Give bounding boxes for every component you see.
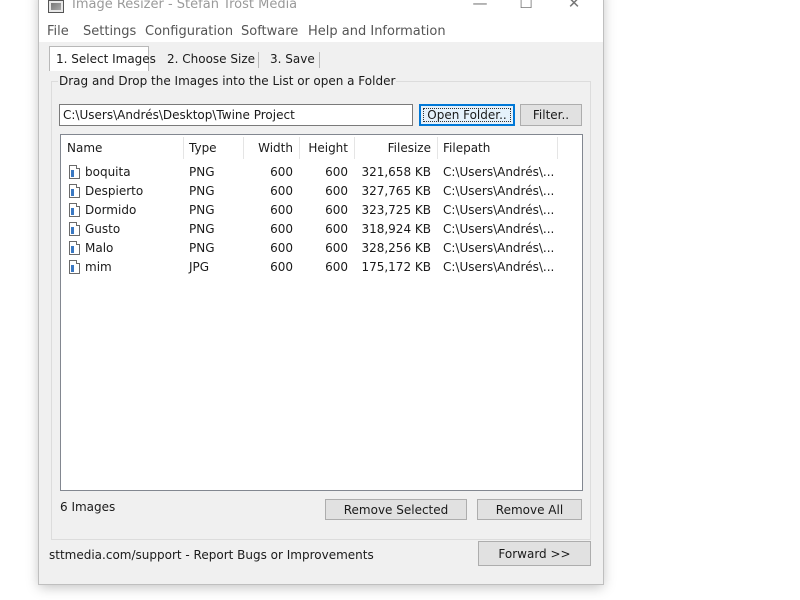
cell-filepath: C:\Users\Andrés\... xyxy=(443,165,555,179)
list-header: Name Type Width Height Filesize Filepath xyxy=(61,135,582,161)
remove-all-button[interactable]: Remove All xyxy=(477,499,582,520)
cell-filepath: C:\Users\Andrés\... xyxy=(443,203,555,217)
tab-save[interactable]: 3. Save xyxy=(264,48,321,70)
table-row[interactable]: mim JPG 600 600 175,172 KB C:\Users\Andr… xyxy=(61,258,582,277)
cell-height: 600 xyxy=(325,222,348,236)
cell-filesize: 318,924 KB xyxy=(361,222,431,236)
cell-width: 600 xyxy=(270,222,293,236)
cell-name: Despierto xyxy=(85,184,144,198)
cell-height: 600 xyxy=(325,241,348,255)
tab-separator xyxy=(319,52,320,68)
cell-height: 600 xyxy=(325,184,348,198)
menu-software[interactable]: Software xyxy=(241,24,298,39)
close-icon[interactable]: ✕ xyxy=(551,0,597,16)
table-row[interactable]: Despierto PNG 600 600 327,765 KB C:\User… xyxy=(61,182,582,201)
window-title: Image Resizer - Stefan Trost Media xyxy=(72,0,298,12)
menu-bar: File Settings Configuration Software Hel… xyxy=(39,20,603,42)
table-row[interactable]: boquita PNG 600 600 321,658 KB C:\Users\… xyxy=(61,163,582,182)
cell-height: 600 xyxy=(325,260,348,274)
cell-height: 600 xyxy=(325,165,348,179)
cell-filepath: C:\Users\Andrés\... xyxy=(443,184,555,198)
column-header-name[interactable]: Name xyxy=(61,135,183,161)
tab-separator xyxy=(258,52,259,68)
cell-filesize: 328,256 KB xyxy=(361,241,431,255)
cell-filepath: C:\Users\Andrés\... xyxy=(443,241,555,255)
image-list[interactable]: Name Type Width Height Filesize Filepath… xyxy=(60,134,583,491)
cell-type: PNG xyxy=(189,165,215,179)
cell-name: mim xyxy=(85,260,112,274)
cell-type: PNG xyxy=(189,222,215,236)
column-header-width[interactable]: Width xyxy=(243,135,299,161)
tab-choose-size[interactable]: 2. Choose Size xyxy=(161,48,261,70)
menu-help-and-information[interactable]: Help and Information xyxy=(308,24,446,39)
support-link[interactable]: sttmedia.com/support - Report Bugs or Im… xyxy=(49,548,374,562)
cell-filepath: C:\Users\Andrés\... xyxy=(443,222,555,236)
cell-width: 600 xyxy=(270,165,293,179)
cell-name: Gusto xyxy=(85,222,121,236)
menu-settings[interactable]: Settings xyxy=(83,24,136,39)
cell-type: PNG xyxy=(189,184,215,198)
column-header-height[interactable]: Height xyxy=(299,135,354,161)
cell-filesize: 175,172 KB xyxy=(361,260,431,274)
cell-type: PNG xyxy=(189,241,215,255)
remove-selected-button[interactable]: Remove Selected xyxy=(325,499,467,520)
column-header-filepath[interactable]: Filepath xyxy=(437,135,557,161)
forward-button[interactable]: Forward >> xyxy=(478,541,591,566)
column-header-type[interactable]: Type xyxy=(183,135,243,161)
maximize-icon[interactable]: ☐ xyxy=(503,0,549,16)
cell-width: 600 xyxy=(270,260,293,274)
menu-configuration[interactable]: Configuration xyxy=(145,24,233,39)
folder-path-input[interactable] xyxy=(59,104,413,126)
cell-width: 600 xyxy=(270,241,293,255)
table-row[interactable]: Gusto PNG 600 600 318,924 KB C:\Users\An… xyxy=(61,220,582,239)
cell-filesize: 321,658 KB xyxy=(361,165,431,179)
title-bar[interactable]: Image Resizer - Stefan Trost Media — ☐ ✕ xyxy=(39,0,603,16)
cell-filepath: C:\Users\Andrés\... xyxy=(443,260,555,274)
cell-type: PNG xyxy=(189,203,215,217)
column-divider[interactable] xyxy=(557,137,558,159)
filter-button[interactable]: Filter.. xyxy=(520,104,582,126)
group-label: Drag and Drop the Images into the List o… xyxy=(58,74,397,88)
cell-width: 600 xyxy=(270,203,293,217)
app-window: Image Resizer - Stefan Trost Media — ☐ ✕… xyxy=(39,0,603,584)
cell-width: 600 xyxy=(270,184,293,198)
open-folder-button[interactable]: Open Folder.. xyxy=(419,104,515,126)
table-row[interactable]: Malo PNG 600 600 328,256 KB C:\Users\And… xyxy=(61,239,582,258)
image-count: 6 Images xyxy=(60,500,116,514)
main-panel: 1. Select Images 2. Choose Size 3. Save … xyxy=(39,42,603,584)
menu-file[interactable]: File xyxy=(47,24,69,39)
image-resizer-app-icon xyxy=(48,0,64,13)
table-row[interactable]: Dormido PNG 600 600 323,725 KB C:\Users\… xyxy=(61,201,582,220)
cell-name: Dormido xyxy=(85,203,137,217)
column-header-filesize[interactable]: Filesize xyxy=(354,135,437,161)
cell-type: JPG xyxy=(189,260,210,274)
tab-select-images[interactable]: 1. Select Images xyxy=(49,46,156,71)
focus-rect xyxy=(423,108,511,122)
cell-height: 600 xyxy=(325,203,348,217)
minimize-icon[interactable]: — xyxy=(457,0,503,16)
cell-name: Malo xyxy=(85,241,114,255)
cell-name: boquita xyxy=(85,165,131,179)
cell-filesize: 323,725 KB xyxy=(361,203,431,217)
cell-filesize: 327,765 KB xyxy=(361,184,431,198)
